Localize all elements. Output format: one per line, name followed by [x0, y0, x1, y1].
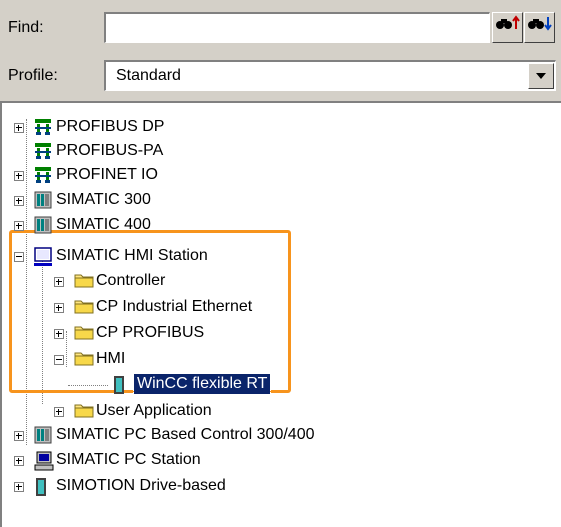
device-icon: [112, 375, 130, 394]
dropdown-arrow-button[interactable]: [528, 63, 554, 89]
rack-icon: [34, 216, 52, 234]
profile-value: Standard: [116, 67, 181, 84]
find-down-button[interactable]: [524, 12, 555, 43]
pc-icon: [34, 451, 54, 471]
tree-item-label[interactable]: SIMATIC 300: [56, 190, 151, 210]
expand-plus-icon[interactable]: [14, 221, 24, 231]
tree-item-label[interactable]: SIMOTION Drive-based: [56, 476, 226, 496]
tree-line: [68, 385, 108, 386]
expand-plus-icon[interactable]: [14, 123, 24, 133]
tree-item-label[interactable]: PROFIBUS-PA: [56, 141, 163, 161]
device-icon: [34, 477, 52, 496]
tree-item-label[interactable]: CP PROFIBUS: [96, 323, 204, 343]
monitor-icon: [34, 247, 52, 266]
chevron-down-icon: [536, 73, 546, 79]
network-icon: [34, 142, 52, 160]
binoculars-up-icon: [495, 15, 520, 29]
expand-plus-icon[interactable]: [14, 482, 24, 492]
rack-icon: [34, 426, 52, 444]
expand-plus-icon[interactable]: [14, 456, 24, 466]
tree-item-label[interactable]: WinCC flexible RT: [132, 373, 272, 395]
find-label: Find:: [8, 19, 44, 36]
binoculars-down-icon: [527, 17, 552, 31]
expand-plus-icon[interactable]: [54, 407, 64, 417]
tree-item-label[interactable]: HMI: [96, 349, 125, 369]
expand-plus-icon[interactable]: [54, 277, 64, 287]
expand-plus-icon[interactable]: [54, 329, 64, 339]
find-input[interactable]: [104, 12, 490, 43]
tree-item-label[interactable]: User Application: [96, 401, 212, 421]
network-icon: [34, 166, 52, 184]
expand-plus-icon[interactable]: [14, 431, 24, 441]
folder-icon: [74, 402, 94, 420]
tree-item-label[interactable]: PROFINET IO: [56, 165, 158, 185]
profile-label: Profile:: [8, 67, 58, 84]
folder-icon: [74, 298, 94, 316]
tree-item-label[interactable]: SIMATIC 400: [56, 215, 151, 235]
tree-item-label[interactable]: CP Industrial Ethernet: [96, 297, 252, 317]
expand-plus-icon[interactable]: [14, 196, 24, 206]
tree-item-label[interactable]: PROFIBUS DP: [56, 117, 164, 137]
expand-plus-icon[interactable]: [14, 171, 24, 181]
tree-item-label[interactable]: SIMATIC HMI Station: [56, 246, 208, 266]
profile-select[interactable]: Standard: [104, 60, 556, 91]
tree-item-label[interactable]: Controller: [96, 271, 165, 291]
folder-icon: [74, 272, 94, 290]
collapse-minus-icon[interactable]: [14, 252, 24, 262]
collapse-minus-icon[interactable]: [54, 355, 64, 365]
folder-icon: [74, 350, 94, 368]
tree-item-label[interactable]: SIMATIC PC Station: [56, 450, 201, 470]
expand-plus-icon[interactable]: [54, 303, 64, 313]
network-icon: [34, 118, 52, 136]
rack-icon: [34, 191, 52, 209]
find-up-button[interactable]: [492, 12, 523, 43]
tree-item-label[interactable]: SIMATIC PC Based Control 300/400: [56, 425, 315, 445]
search-panel: Find: Profile: Standard: [0, 0, 561, 101]
folder-icon: [74, 324, 94, 342]
